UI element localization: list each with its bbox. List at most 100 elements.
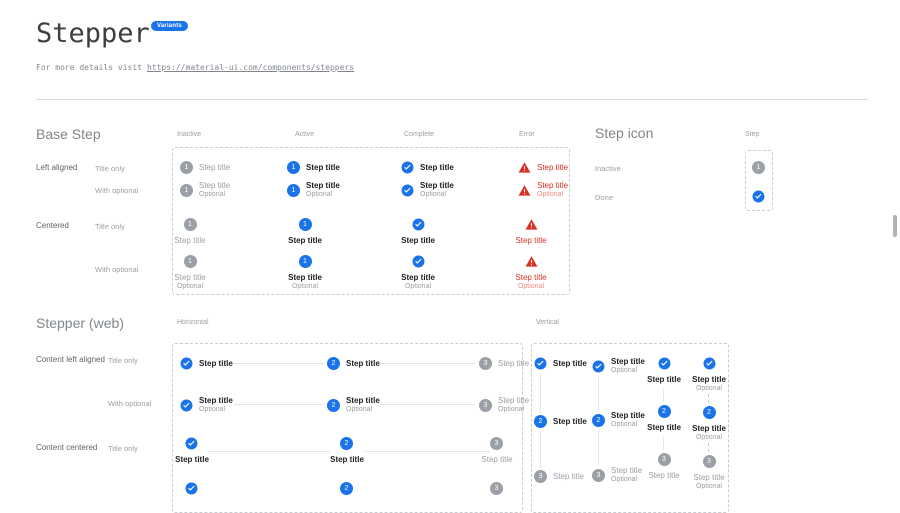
variant-label-title-only: Title only (108, 444, 138, 453)
step-number-icon: 1 (184, 255, 197, 268)
warning-icon (518, 161, 531, 174)
step-optional: Optional (306, 191, 340, 199)
step-title: Step title (693, 473, 724, 482)
connector-line (663, 437, 664, 450)
check-circle-icon (401, 161, 414, 174)
step-title: Step title (553, 472, 584, 481)
hstep-centered-complete (185, 482, 198, 495)
step-number-icon: 3 (592, 469, 605, 482)
check-circle-icon (658, 357, 671, 370)
check-circle-icon (180, 357, 193, 370)
variants-badge: Variants (151, 21, 188, 31)
connector-line (540, 431, 541, 469)
variant-label-title-only: Title only (95, 222, 125, 231)
check-circle-icon (752, 190, 765, 203)
step-icon-inactive: 1 (752, 161, 765, 174)
step-number-icon: 1 (180, 184, 193, 197)
header-divider (36, 99, 868, 100)
step-number-icon: 3 (490, 482, 503, 495)
step-number-icon: 3 (703, 455, 716, 468)
stepper-web-heading: Stepper (web) (36, 315, 124, 331)
connector-line (708, 394, 709, 403)
step-title: Step title (199, 359, 233, 368)
hstep-complete-optional: Step titleOptional (180, 396, 233, 414)
step-optional: Optional (537, 191, 568, 199)
connector-line (234, 404, 324, 405)
hstep-centered-title: Step title (467, 455, 527, 464)
hstep-inactive: 3 Step title (479, 357, 529, 370)
step-optional: Optional (696, 385, 722, 393)
step-number-icon: 2 (534, 415, 547, 428)
hstep-centered-active: 2 (340, 482, 353, 495)
step-title: Step title (401, 273, 435, 282)
step-optional: Optional (199, 406, 233, 414)
column-label-horizontal: Horizontal (177, 319, 209, 326)
step-title: Step title (420, 163, 454, 172)
step-title: Step title (346, 359, 380, 368)
step-complete-centered-optional: Step title Optional (388, 255, 448, 291)
row-label-left-aligned: Left aligned (36, 163, 77, 172)
column-label-vertical: Vertical (536, 319, 559, 326)
step-title: Step title (174, 273, 205, 282)
check-circle-icon (180, 399, 193, 412)
check-circle-icon (534, 357, 547, 370)
step-title: Step title (401, 236, 435, 245)
vstep-centered-inactive-optional: 3 Step title Optional (679, 455, 739, 491)
check-circle-icon (185, 437, 198, 450)
step-title: Step title (647, 423, 681, 432)
step-active: 1 Step title (287, 161, 340, 174)
step-active-optional: 1 Step titleOptional (287, 181, 340, 199)
step-optional: Optional (177, 283, 203, 291)
hstep-centered-active: 2 (340, 437, 353, 450)
base-step-heading: Base Step (36, 126, 101, 142)
step-title: Step title (306, 181, 340, 190)
step-optional: Optional (696, 483, 722, 491)
steppers-doc-link[interactable]: https://material-ui.com/components/stepp… (147, 63, 354, 72)
step-title: Step title (647, 375, 681, 384)
step-title: Step title (174, 236, 205, 245)
hstep-centered-complete (185, 437, 198, 450)
step-number-icon: 2 (327, 357, 340, 370)
step-inactive-optional: 1 Step titleOptional (180, 181, 230, 199)
step-title: Step title (648, 471, 679, 480)
vertical-scrollbar-thumb[interactable] (893, 215, 897, 237)
hstep-centered-inactive: 3 (490, 482, 503, 495)
step-title: Step title (537, 181, 568, 190)
check-circle-icon (412, 255, 425, 268)
vstep-inactive: 3 Step title (534, 470, 584, 483)
connector-line (708, 443, 709, 452)
step-title: Step title (692, 424, 726, 433)
step-title: Step title (199, 181, 230, 190)
step-number-icon: 1 (299, 218, 312, 231)
hstep-complete: Step title (180, 357, 233, 370)
connector-line (598, 377, 599, 410)
step-optional: Optional (518, 283, 544, 291)
step-icon-done (752, 190, 765, 203)
step-error-centered: Step title (501, 218, 561, 245)
page-title: Stepper (36, 18, 150, 49)
vstep-centered-active-optional: 2 Step title Optional (679, 406, 739, 442)
connector-line (381, 363, 475, 364)
step-title: Step title (199, 163, 230, 172)
step-number-icon: 3 (534, 470, 547, 483)
subtitle-text: For more details visit (36, 63, 142, 72)
hstep-inactive-optional: 3 Step titleOptional (479, 396, 529, 414)
step-optional: Optional (199, 191, 230, 199)
vstep-complete: Step title (534, 357, 587, 370)
hstep-active: 2 Step title (327, 357, 380, 370)
hstep-centered-title: Step title (162, 455, 222, 464)
column-label-inactive: Inactive (177, 131, 201, 138)
step-optional: Optional (696, 434, 722, 442)
step-number-icon: 1 (299, 255, 312, 268)
connector-line (663, 389, 664, 402)
connector-line (208, 451, 330, 452)
step-title: Step title (346, 396, 380, 405)
step-inactive-centered-optional: 1 Step title Optional (160, 255, 220, 291)
step-optional: Optional (292, 283, 318, 291)
check-circle-icon (185, 482, 198, 495)
connector-line (598, 431, 599, 465)
row-label-done: Done (595, 193, 613, 202)
step-number-icon: 3 (479, 399, 492, 412)
step-number-icon: 3 (658, 453, 671, 466)
row-label-content-centered: Content centered (36, 443, 97, 452)
